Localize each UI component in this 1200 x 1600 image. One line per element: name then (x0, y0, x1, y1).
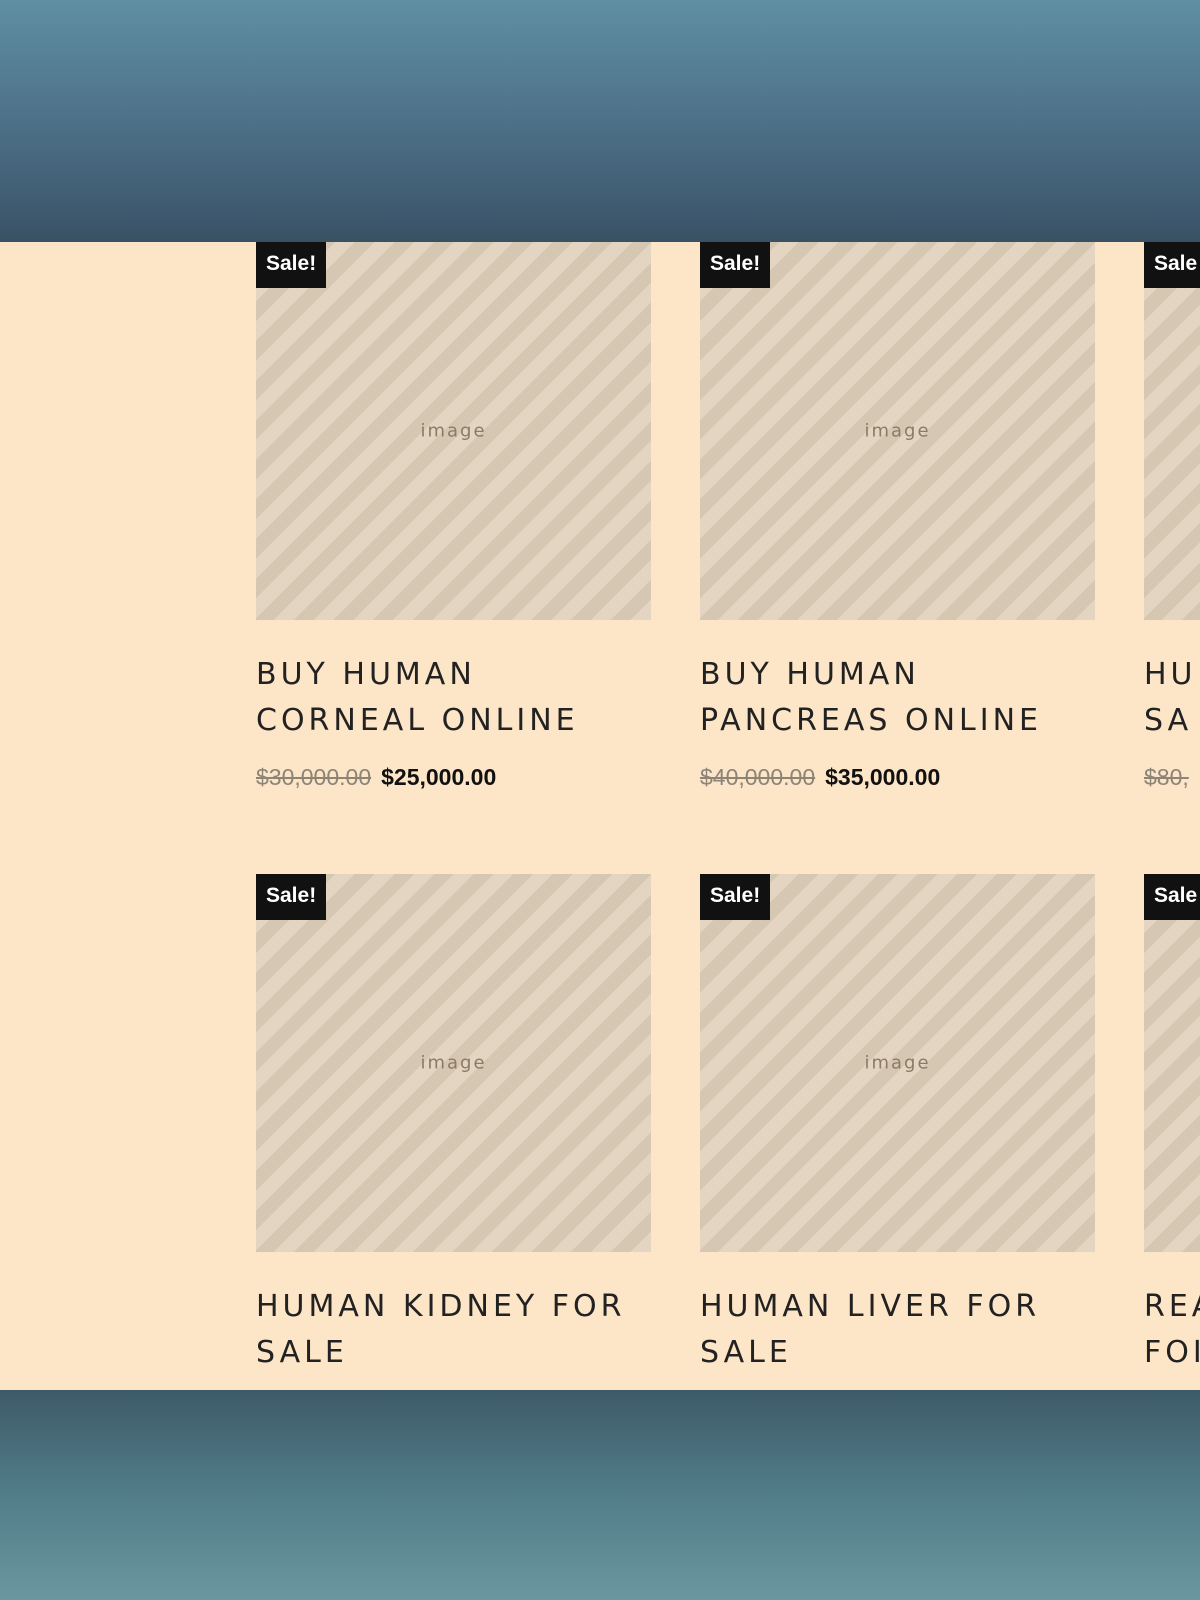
product-card[interactable]: image Sale! BUY HUMAN CORNEAL ONLINE $30… (256, 242, 651, 791)
product-price: $40,000.00 $35,000.00 (700, 764, 1095, 791)
product-card[interactable]: Sale HU SA $80, (1144, 242, 1200, 791)
product-image[interactable]: image Sale! (256, 874, 651, 1252)
sale-badge: Sale! (700, 242, 771, 288)
sale-badge: Sale! (700, 874, 771, 920)
product-card[interactable]: image Sale! BUY HUMAN PANCREAS ONLINE $4… (700, 242, 1095, 791)
product-image[interactable]: image Sale! (700, 242, 1095, 620)
product-card[interactable]: image Sale! HUMAN LIVER FOR SALE (700, 874, 1095, 1376)
sale-price: $25,000.00 (381, 764, 497, 790)
product-title[interactable]: BUY HUMAN PANCREAS ONLINE (700, 652, 1095, 744)
sale-badge: Sale! (256, 874, 327, 920)
product-title[interactable]: BUY HUMAN CORNEAL ONLINE (256, 652, 651, 744)
product-image[interactable]: Sale (1144, 242, 1200, 620)
image-placeholder-label: image (420, 1052, 487, 1074)
old-price: $40,000.00 (700, 764, 816, 790)
sale-badge: Sale! (256, 242, 327, 288)
sale-badge: Sale (1144, 874, 1200, 920)
product-image[interactable]: image Sale! (256, 242, 651, 620)
product-card[interactable]: Sale REA FOI (1144, 874, 1200, 1376)
product-card[interactable]: image Sale! HUMAN KIDNEY FOR SALE (256, 874, 651, 1376)
product-title[interactable]: HU SA (1144, 652, 1200, 744)
image-placeholder-label: image (864, 420, 931, 442)
product-image[interactable]: Sale (1144, 874, 1200, 1252)
product-grid: image Sale! BUY HUMAN CORNEAL ONLINE $30… (0, 242, 1200, 1390)
product-price: $80, (1144, 764, 1200, 791)
background-blur (0, 1390, 1200, 1600)
product-title[interactable]: HUMAN LIVER FOR SALE (700, 1284, 1095, 1376)
product-title[interactable]: REA FOI (1144, 1284, 1200, 1376)
image-placeholder-label: image (420, 420, 487, 442)
old-price: $30,000.00 (256, 764, 372, 790)
image-placeholder-label: image (864, 1052, 931, 1074)
sale-price: $35,000.00 (825, 764, 941, 790)
old-price: $80, (1144, 764, 1189, 790)
product-image[interactable]: image Sale! (700, 874, 1095, 1252)
product-price: $30,000.00 $25,000.00 (256, 764, 651, 791)
product-title[interactable]: HUMAN KIDNEY FOR SALE (256, 1284, 651, 1376)
sale-badge: Sale (1144, 242, 1200, 288)
